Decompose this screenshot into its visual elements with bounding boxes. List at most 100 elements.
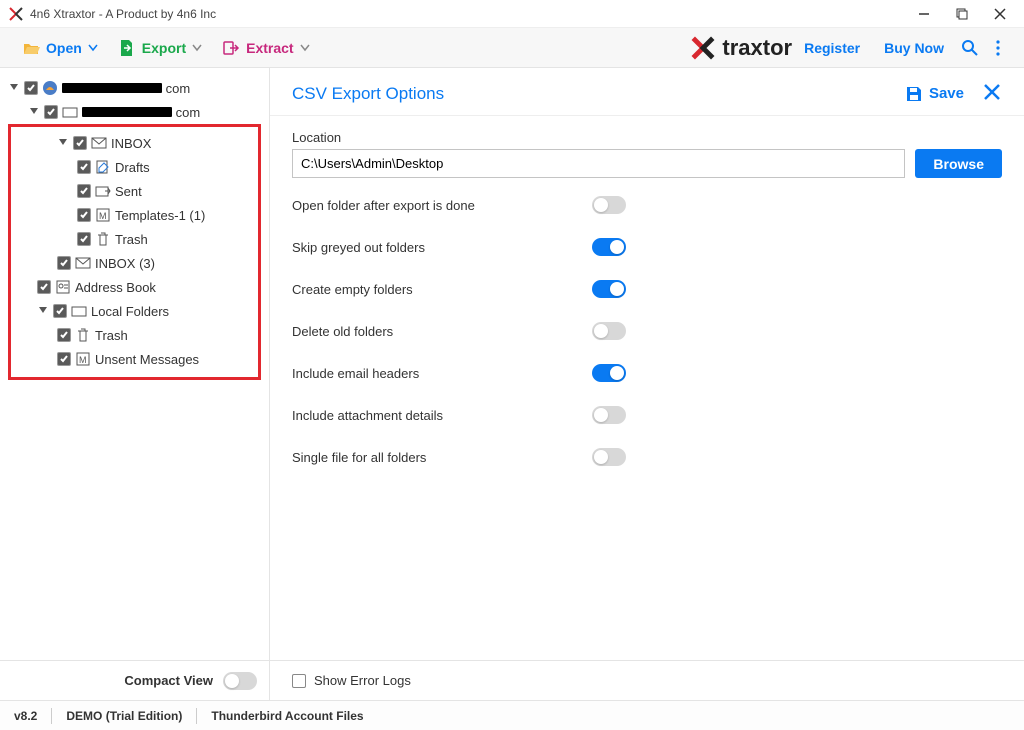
tree-inbox[interactable]: INBOX <box>13 131 256 155</box>
option-label: Delete old folders <box>292 324 592 339</box>
svg-text:M: M <box>99 211 107 221</box>
close-button[interactable] <box>990 4 1010 24</box>
search-button[interactable] <box>956 34 984 62</box>
extract-label: Extract <box>246 40 293 56</box>
toggle-single-file[interactable] <box>592 448 626 466</box>
error-log-label: Show Error Logs <box>314 673 411 688</box>
checkbox[interactable] <box>77 184 91 198</box>
main-toolbar: Open Export Extract traxtor Register Buy… <box>0 28 1024 68</box>
tree-label: INBOX <box>111 136 151 151</box>
checkbox[interactable] <box>73 136 87 150</box>
buynow-link[interactable]: Buy Now <box>872 40 956 56</box>
register-link[interactable]: Register <box>792 40 872 56</box>
account-icon <box>42 80 58 96</box>
option-label: Single file for all folders <box>292 450 592 465</box>
tree-trash[interactable]: Trash <box>13 227 256 251</box>
tree-label: INBOX (3) <box>95 256 155 271</box>
folder-icon <box>71 303 87 319</box>
export-button[interactable]: Export <box>108 33 212 63</box>
option-single-file: Single file for all folders <box>292 442 1002 472</box>
checkbox[interactable] <box>24 81 38 95</box>
tree-label: Unsent Messages <box>95 352 199 367</box>
option-create-empty: Create empty folders <box>292 274 1002 304</box>
window-title: 4n6 Xtraxtor - A Product by 4n6 Inc <box>30 7 216 21</box>
option-skip-greyed: Skip greyed out folders <box>292 232 1002 262</box>
menu-button[interactable] <box>984 34 1012 62</box>
save-label: Save <box>929 85 964 102</box>
collapse-icon[interactable] <box>28 106 40 118</box>
tree-drafts[interactable]: Drafts <box>13 155 256 179</box>
minimize-button[interactable] <box>914 4 934 24</box>
checkbox[interactable] <box>37 280 51 294</box>
tree-localfolders[interactable]: Local Folders <box>13 299 256 323</box>
close-icon <box>982 82 1002 102</box>
toggle-open-folder[interactable] <box>592 196 626 214</box>
location-label: Location <box>292 130 1002 145</box>
panel-title: CSV Export Options <box>292 84 444 104</box>
file-export-icon <box>118 39 136 57</box>
panel-body: Location Browse Open folder after export… <box>270 116 1024 660</box>
checkbox[interactable] <box>57 352 71 366</box>
compact-view-toggle[interactable] <box>223 672 257 690</box>
option-label: Include email headers <box>292 366 592 381</box>
location-input[interactable] <box>292 149 905 178</box>
checkbox[interactable] <box>57 256 71 270</box>
tree-local-trash[interactable]: Trash <box>13 323 256 347</box>
collapse-icon[interactable] <box>8 82 20 94</box>
tree-templates[interactable]: M Templates-1 (1) <box>13 203 256 227</box>
extract-icon <box>222 39 240 57</box>
error-log-bar: Show Error Logs <box>270 660 1024 700</box>
tree-account[interactable]: com <box>4 76 265 100</box>
checkbox[interactable] <box>44 105 58 119</box>
tree-unsent[interactable]: M Unsent Messages <box>13 347 256 371</box>
option-include-headers: Include email headers <box>292 358 1002 388</box>
separator <box>196 708 197 724</box>
svg-text:M: M <box>79 355 87 365</box>
extract-button[interactable]: Extract <box>212 33 319 63</box>
toggle-create-empty[interactable] <box>592 280 626 298</box>
checkbox[interactable] <box>77 232 91 246</box>
close-panel-button[interactable] <box>982 82 1002 105</box>
folder-tree: com com INBOX Drafts <box>0 68 269 660</box>
toggle-include-attach[interactable] <box>592 406 626 424</box>
checkbox[interactable] <box>77 208 91 222</box>
addressbook-icon <box>55 279 71 295</box>
toggle-include-headers[interactable] <box>592 364 626 382</box>
trash-icon <box>95 231 111 247</box>
checkbox[interactable] <box>57 328 71 342</box>
collapse-icon[interactable] <box>57 137 69 149</box>
panel-header: CSV Export Options Save <box>270 68 1024 116</box>
tree-label: Local Folders <box>91 304 169 319</box>
save-button[interactable]: Save <box>905 85 964 103</box>
tree-inbox2[interactable]: INBOX (3) <box>13 251 256 275</box>
toggle-delete-old[interactable] <box>592 322 626 340</box>
chevron-down-icon <box>88 43 98 53</box>
tree-sent[interactable]: Sent <box>13 179 256 203</box>
checkbox[interactable] <box>53 304 67 318</box>
checkbox[interactable] <box>77 160 91 174</box>
mail-icon <box>75 255 91 271</box>
folder-sidebar: com com INBOX Drafts <box>0 68 270 700</box>
collapse-icon[interactable] <box>37 305 49 317</box>
option-label: Include attachment details <box>292 408 592 423</box>
tree-label: Templates-1 (1) <box>115 208 205 223</box>
tree-subaccount[interactable]: com <box>4 100 265 124</box>
tree-addressbook[interactable]: Address Book <box>13 275 256 299</box>
maximize-button[interactable] <box>952 4 972 24</box>
tree-label: com <box>62 81 190 96</box>
tree-label: Trash <box>95 328 128 343</box>
template-icon: M <box>95 207 111 223</box>
template-icon: M <box>75 351 91 367</box>
tree-label: Sent <box>115 184 142 199</box>
chevron-down-icon <box>192 43 202 53</box>
tree-label: com <box>82 105 200 120</box>
toggle-skip-greyed[interactable] <box>592 238 626 256</box>
browse-button[interactable]: Browse <box>915 149 1002 178</box>
save-icon <box>905 85 923 103</box>
folder-open-icon <box>22 39 40 57</box>
open-label: Open <box>46 40 82 56</box>
source-label: Thunderbird Account Files <box>211 709 363 723</box>
error-log-checkbox[interactable] <box>292 674 306 688</box>
export-label: Export <box>142 40 186 56</box>
open-button[interactable]: Open <box>12 33 108 63</box>
